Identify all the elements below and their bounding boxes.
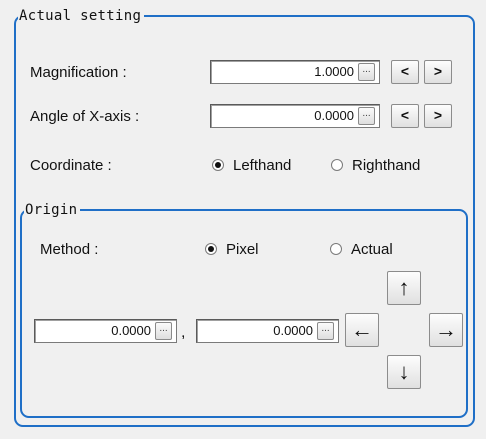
method-pixel-radio[interactable]: Pixel — [205, 241, 259, 259]
method-pixel-label: Pixel — [226, 241, 259, 258]
magnification-label: Magnification : — [30, 64, 127, 81]
coordinate-righthand-label: Righthand — [352, 157, 421, 174]
coordinate-separator: , — [181, 324, 186, 341]
arrow-up-icon: ↑ — [398, 275, 410, 300]
angle-label: Angle of X-axis : — [30, 108, 140, 125]
radio-selected-icon — [205, 243, 217, 255]
move-right-button[interactable]: → — [429, 313, 463, 347]
magnification-decrease-button[interactable]: < — [391, 60, 419, 84]
radio-unselected-icon — [331, 159, 343, 171]
method-actual-radio[interactable]: Actual — [330, 241, 393, 259]
radio-unselected-icon — [330, 243, 342, 255]
coordinate-label: Coordinate : — [30, 157, 112, 174]
magnification-input[interactable]: 1.0000 — [210, 60, 380, 84]
magnification-ellipsis-button[interactable]: ... — [358, 63, 375, 81]
arrow-right-icon: → — [435, 317, 457, 342]
move-up-button[interactable]: ↑ — [387, 271, 421, 305]
angle-decrease-button[interactable]: < — [391, 104, 419, 128]
angle-ellipsis-button[interactable]: ... — [358, 107, 375, 125]
move-left-button[interactable]: ← — [345, 313, 379, 347]
ellipsis-icon: ... — [159, 323, 168, 334]
ellipsis-icon: ... — [362, 108, 371, 119]
magnification-increase-button[interactable]: > — [424, 60, 452, 84]
arrow-down-icon: ↓ — [398, 359, 410, 384]
ellipsis-icon: ... — [362, 64, 371, 75]
origin-y-ellipsis-button[interactable]: ... — [317, 322, 334, 340]
arrow-left-icon: ← — [351, 317, 373, 342]
origin-title: Origin — [24, 202, 81, 218]
angle-increase-button[interactable]: > — [424, 104, 452, 128]
method-actual-label: Actual — [351, 241, 393, 258]
origin-x-ellipsis-button[interactable]: ... — [155, 322, 172, 340]
move-down-button[interactable]: ↓ — [387, 355, 421, 389]
radio-selected-icon — [212, 159, 224, 171]
coordinate-lefthand-label: Lefthand — [233, 157, 292, 174]
coordinate-righthand-radio[interactable]: Righthand — [331, 157, 420, 175]
settings-panel: Actual setting Magnification : 1.0000 ..… — [0, 0, 486, 439]
ellipsis-icon: ... — [321, 323, 330, 334]
angle-input[interactable]: 0.0000 — [210, 104, 380, 128]
method-label: Method : — [40, 241, 99, 258]
coordinate-lefthand-radio[interactable]: Lefthand — [212, 157, 291, 175]
actual-setting-title: Actual setting — [18, 8, 145, 24]
